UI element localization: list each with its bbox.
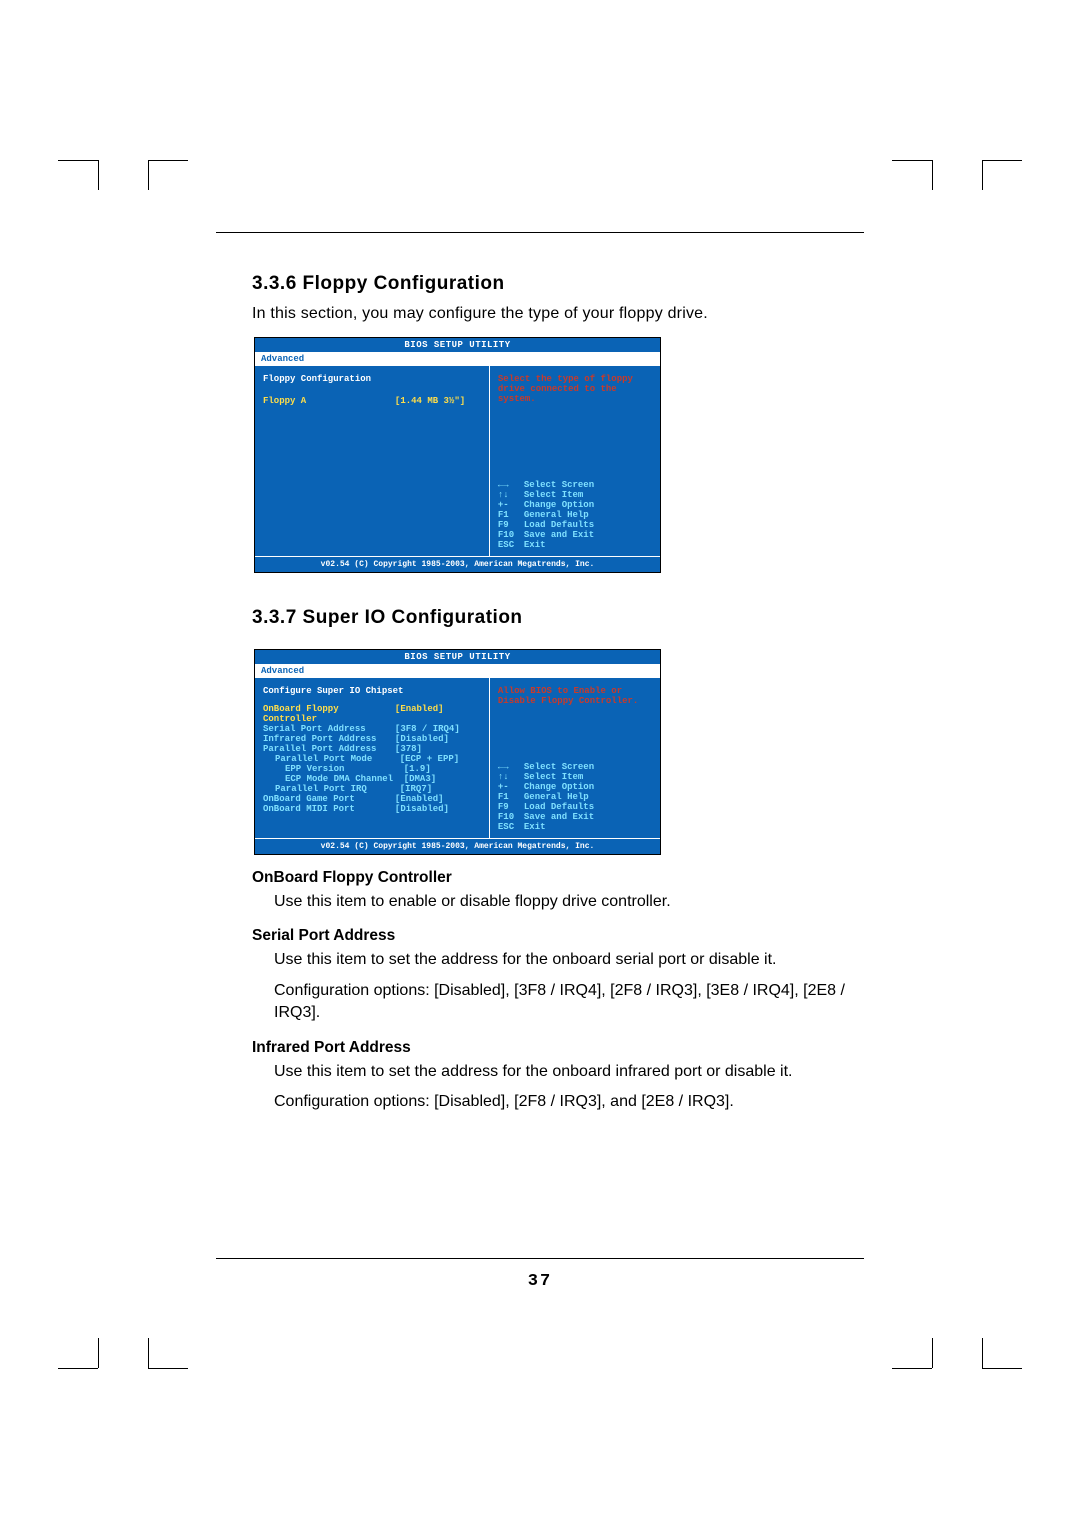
bios-option-row: Infrared Port Address[Disabled]	[263, 734, 483, 744]
bios-help-text: Select the type of floppy drive connecte…	[498, 374, 654, 404]
bios-help-text: Allow BIOS to Enable or Disable Floppy C…	[498, 686, 654, 706]
crop-mark	[58, 1368, 98, 1369]
crop-mark	[982, 1338, 983, 1368]
crop-mark	[98, 1338, 99, 1368]
crop-mark	[892, 1368, 932, 1369]
bios-copyright: v02.54 (C) Copyright 1985-2003, American…	[255, 556, 660, 572]
bios-option-row: OnBoard Floppy Controller[Enabled]	[263, 704, 483, 724]
bios-right-panel: Allow BIOS to Enable or Disable Floppy C…	[490, 678, 660, 838]
crop-mark	[148, 1368, 188, 1369]
crop-mark	[98, 160, 99, 190]
floppy-intro: In this section, you may configure the t…	[252, 305, 864, 323]
bios-option-value: [1.44 MB 3½"]	[395, 396, 483, 406]
crop-mark	[932, 1338, 933, 1368]
body-floppy-ctrl: Use this item to enable or disable flopp…	[274, 891, 864, 913]
bios-body: Configure Super IO Chipset OnBoard Flopp…	[255, 678, 660, 838]
bios-screenshot-floppy: BIOS SETUP UTILITY Advanced Floppy Confi…	[254, 337, 661, 573]
manual-page: 3.3.6 Floppy Configuration In this secti…	[0, 0, 1080, 1528]
crop-mark	[982, 1368, 1022, 1369]
bios-tab-advanced: Advanced	[261, 354, 304, 364]
bios-option-row: Serial Port Address[3F8 / IRQ4]	[263, 724, 483, 734]
crop-mark	[892, 160, 932, 161]
crop-mark	[932, 160, 933, 190]
body-serial-1: Use this item to set the address for the…	[274, 949, 864, 971]
top-rule	[216, 232, 864, 233]
subhead-infrared: Infrared Port Address	[252, 1039, 864, 1057]
crop-mark	[148, 1338, 149, 1368]
bios-option-row: Parallel Port IRQ[IRQ7]	[263, 784, 483, 794]
subhead-serial: Serial Port Address	[252, 927, 864, 945]
bios-left-panel: Floppy Configuration Floppy A [1.44 MB 3…	[255, 366, 490, 556]
page-number: 37	[0, 1272, 1080, 1291]
content-column: 3.3.6 Floppy Configuration In this secti…	[216, 232, 864, 1121]
bios-panel-title: Floppy Configuration	[263, 374, 483, 384]
bios-body: Floppy Configuration Floppy A [1.44 MB 3…	[255, 366, 660, 556]
bios-option-row: OnBoard Game Port[Enabled]	[263, 794, 483, 804]
bios-right-panel: Select the type of floppy drive connecte…	[490, 366, 660, 556]
crop-mark	[982, 160, 1022, 161]
bios-option-row: Parallel Port Address[378]	[263, 744, 483, 754]
bios-option-row: OnBoard MIDI Port[Disabled]	[263, 804, 483, 814]
crop-mark	[58, 160, 98, 161]
section-heading-floppy: 3.3.6 Floppy Configuration	[252, 273, 864, 295]
bios-title: BIOS SETUP UTILITY	[255, 650, 660, 664]
bios-panel-title: Configure Super IO Chipset	[263, 686, 483, 696]
bios-option-row: Parallel Port Mode[ECP + EPP]	[263, 754, 483, 764]
body-infrared-2: Configuration options: [Disabled], [2F8 …	[274, 1091, 864, 1113]
crop-mark	[148, 160, 188, 161]
bios-tab-advanced: Advanced	[261, 666, 304, 676]
bottom-rule	[216, 1258, 864, 1259]
bios-screenshot-superio: BIOS SETUP UTILITY Advanced Configure Su…	[254, 649, 661, 855]
subhead-floppy-ctrl: OnBoard Floppy Controller	[252, 869, 864, 887]
bios-nav-keys: ←→Select Screen ↑↓Select Item +-Change O…	[498, 762, 654, 832]
body-infrared-1: Use this item to set the address for the…	[274, 1061, 864, 1083]
bios-tab-row: Advanced	[255, 352, 660, 366]
bios-nav-keys: ←→Select Screen ↑↓Select Item +-Change O…	[498, 480, 654, 550]
body-serial-2: Configuration options: [Disabled], [3F8 …	[274, 980, 864, 1025]
bios-copyright: v02.54 (C) Copyright 1985-2003, American…	[255, 838, 660, 854]
crop-mark	[982, 160, 983, 190]
bios-left-panel: Configure Super IO Chipset OnBoard Flopp…	[255, 678, 490, 838]
bios-option-row: ECP Mode DMA Channel[DMA3]	[263, 774, 483, 784]
bios-option-label: Floppy A	[263, 396, 395, 406]
section-heading-superio: 3.3.7 Super IO Configuration	[252, 607, 864, 629]
crop-mark	[148, 160, 149, 190]
bios-tab-row: Advanced	[255, 664, 660, 678]
bios-title: BIOS SETUP UTILITY	[255, 338, 660, 352]
bios-option-row: EPP Version[1.9]	[263, 764, 483, 774]
bios-option-row: Floppy A [1.44 MB 3½"]	[263, 396, 483, 406]
